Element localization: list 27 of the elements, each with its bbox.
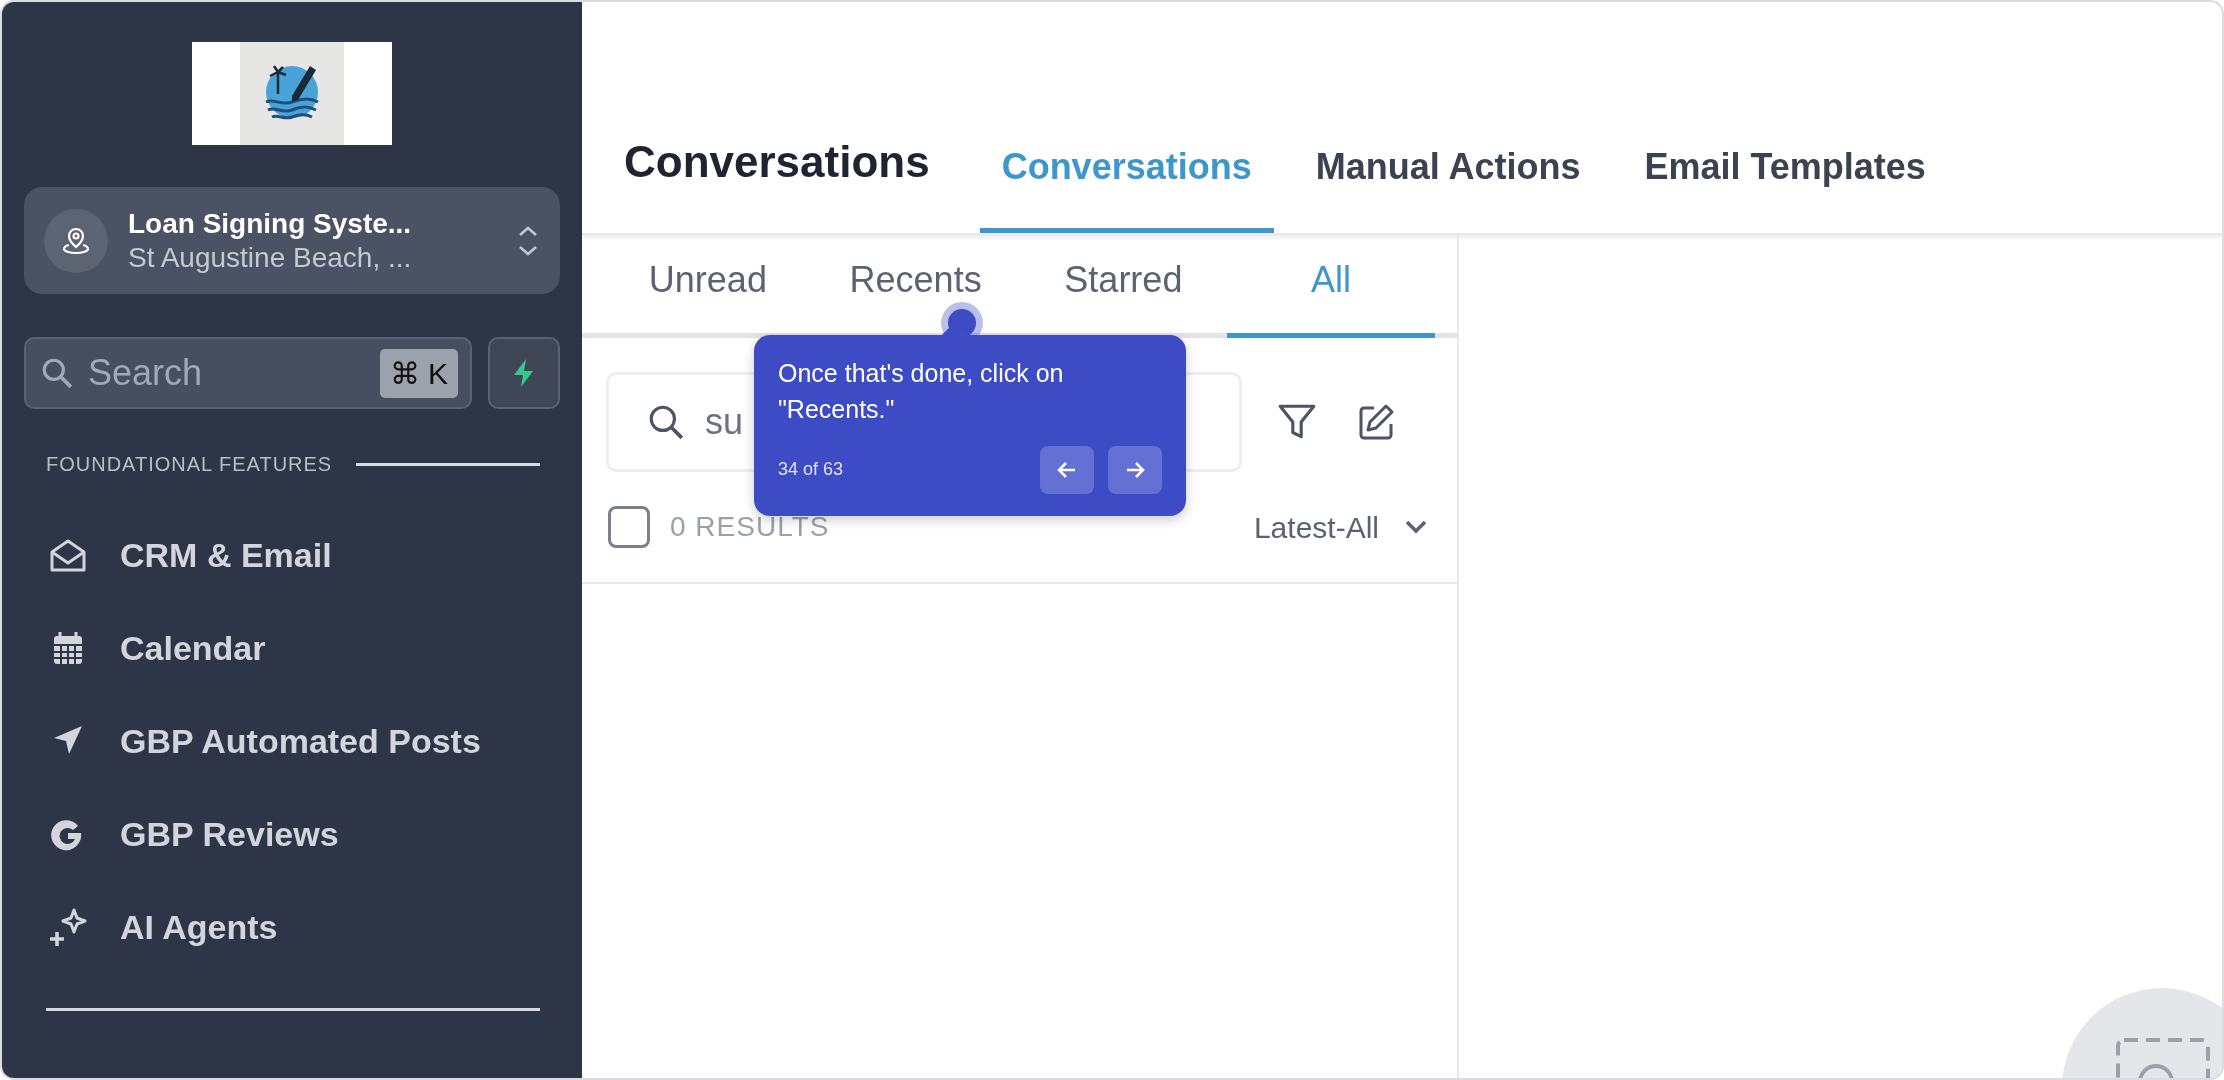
- quick-action-button[interactable]: [488, 337, 560, 409]
- tab[interactable]: Unread: [604, 253, 812, 338]
- location-switcher[interactable]: Loan Signing Syste... St Augustine Beach, ...: [24, 187, 560, 294]
- keyboard-shortcut: ⌘ K: [379, 348, 458, 398]
- tooltip-text: Once that's done, click on "Recents.": [778, 358, 1065, 426]
- step-counter: 34 of 63: [778, 458, 845, 481]
- sidebar-item[interactable]: GBP Automated Posts: [24, 695, 560, 788]
- search-icon: [40, 356, 74, 390]
- tab[interactable]: Email Templates: [1622, 140, 1948, 233]
- sort-dropdown[interactable]: Latest-All: [1249, 500, 1433, 554]
- tab[interactable]: Manual Actions: [1293, 140, 1603, 233]
- next-button[interactable]: [1108, 445, 1162, 494]
- select-all-checkbox[interactable]: [608, 506, 650, 548]
- sidebar-item[interactable]: GBP Reviews: [24, 788, 560, 881]
- tab[interactable]: Recents: [811, 253, 1020, 338]
- sidebar-item[interactable]: CRM & Email: [24, 509, 560, 602]
- sidebar-item[interactable]: AI Agents: [24, 881, 560, 974]
- section-label: FOUNDATIONAL FEATURES: [46, 452, 333, 477]
- page-title: Conversations: [624, 136, 930, 188]
- search-icon: [647, 403, 685, 441]
- previous-button[interactable]: [1040, 445, 1094, 494]
- search-field[interactable]: Search ⌘ K: [24, 337, 472, 409]
- location-name: Loan Signing Syste...: [128, 206, 413, 241]
- sidebar-item[interactable]: Calendar: [24, 602, 560, 695]
- tab[interactable]: Starred: [1019, 253, 1228, 338]
- results-count: 0 RESULTS: [670, 510, 831, 544]
- location-address: St Augustine Beach, ...: [128, 240, 413, 275]
